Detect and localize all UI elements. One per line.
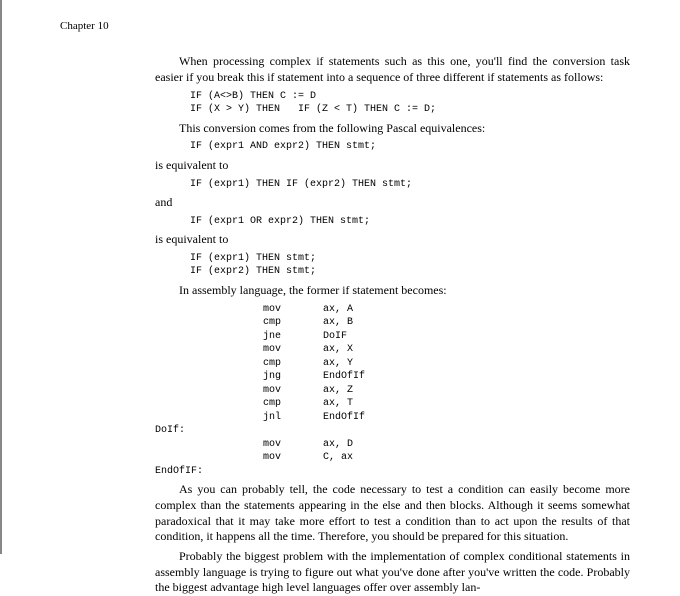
paragraph-equivalent-2: is equivalent to [155,232,630,248]
code-block-3: IF (expr1) THEN IF (expr2) THEN stmt; [190,178,630,192]
keyword-then: then [426,500,446,512]
paragraph-assembly-intro: In assembly language, the former if stat… [155,283,630,299]
text-fragment: statement becomes: [349,283,446,297]
code-block-4: IF (expr1 OR expr2) THEN stmt; [190,215,630,229]
paragraph-equivalent-1: is equivalent to [155,158,630,174]
text-fragment: statement into a sequence of three diffe… [274,70,487,84]
paragraph-problem: Probably the biggest problem with the im… [155,549,630,596]
paragraph-and: and [155,195,630,211]
text-fragment: and [400,498,426,512]
code-block-5: IF (expr1) THEN stmt; IF (expr2) THEN st… [190,252,630,279]
document-page: Chapter 10 When processing complex if st… [10,0,680,596]
code-block-2: IF (expr1 AND expr2) THEN stmt; [190,140,630,154]
paragraph-analysis: As you can probably tell, the code neces… [155,482,630,545]
paragraph-conversion: This conversion comes from the following… [155,121,630,137]
assembly-listing: mov ax, A cmp ax, B jne DoIF mov ax, X c… [155,303,630,479]
code-block-1: IF (A<>B) THEN C := D IF (X > Y) THEN IF… [190,90,630,117]
text-fragment: statements as follows: [494,70,603,84]
chapter-heading: Chapter 10 [60,20,630,32]
keyword-else: else [382,500,400,512]
text-fragment: In assembly language, the former [179,283,342,297]
text-fragment: When processing complex [179,54,316,68]
paragraph-intro: When processing complex if statements su… [155,54,630,86]
